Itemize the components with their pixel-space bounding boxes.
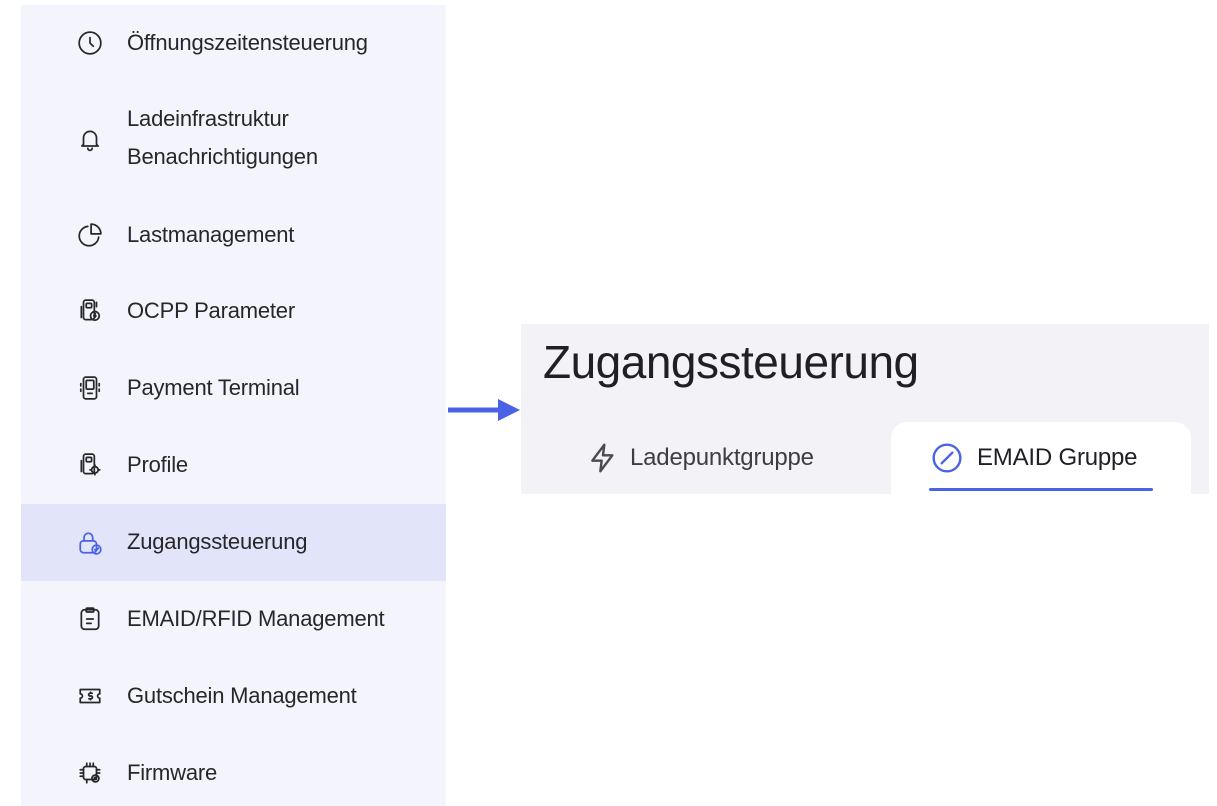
active-tab-indicator	[929, 488, 1153, 491]
bell-icon	[75, 124, 105, 154]
clipboard-icon	[75, 604, 105, 634]
page-title: Zugangssteuerung	[543, 336, 919, 388]
lightning-icon	[587, 442, 619, 474]
tab-emaid-gruppe[interactable]: EMAID Gruppe	[891, 422, 1191, 494]
no-entry-circle-icon	[931, 442, 963, 474]
tab-ladepunktgruppe[interactable]: Ladepunktgruppe	[567, 422, 867, 494]
sidebar-item-label: Firmware	[127, 760, 218, 785]
detail-panel: Zugangssteuerung Ladepunktgruppe EMAID G…	[521, 324, 1209, 494]
sidebar-item-label-line1: Ladeinfrastruktur	[127, 106, 289, 131]
charger-profile-icon	[75, 450, 105, 480]
sidebar-item-label: Gutschein Management	[127, 683, 357, 708]
tab-label: Ladepunktgruppe	[630, 444, 814, 471]
sidebar-item-lastmanagement[interactable]: Lastmanagement	[21, 216, 446, 254]
pie-chart-icon	[75, 220, 105, 250]
sidebar-item-emaid-rfid-management[interactable]: EMAID/RFID Management	[21, 600, 446, 638]
sidebar-item-ocpp-parameter[interactable]: OCPP Parameter	[21, 292, 446, 330]
sidebar-item-gutschein-management[interactable]: Gutschein Management	[21, 677, 446, 715]
sidebar-item-profile[interactable]: Profile	[21, 446, 446, 484]
sidebar-item-label: OCPP Parameter	[127, 298, 295, 323]
sidebar-item-zugangssteuerung[interactable]: Zugangssteuerung	[21, 504, 446, 581]
sidebar-item-label: Profile	[127, 452, 188, 477]
sidebar-item-label: EMAID/RFID Management	[127, 606, 385, 631]
chip-gear-icon	[75, 758, 105, 788]
sidebar-item-label-line2: Benachrichtigungen	[127, 144, 318, 169]
sidebar-item-ladeinfrastruktur-benachrichtigungen[interactable]: Ladeinfrastruktur Benachrichtigungen	[21, 100, 446, 178]
sidebar-item-label: Zugangssteuerung	[127, 529, 308, 554]
voucher-icon	[75, 681, 105, 711]
sidebar-item-label: Öffnungszeitensteuerung	[127, 30, 368, 55]
sidebar-item-firmware[interactable]: Firmware	[21, 754, 446, 792]
lock-check-icon	[75, 528, 105, 558]
arrow-right-icon	[448, 399, 520, 421]
sidebar: Öffnungszeitensteuerung Ladeinfrastruktu…	[21, 5, 446, 806]
sidebar-item-oeffnungszeitensteuerung[interactable]: Öffnungszeitensteuerung	[21, 24, 446, 62]
sidebar-item-label: Payment Terminal	[127, 375, 300, 400]
sidebar-item-payment-terminal[interactable]: Payment Terminal	[21, 369, 446, 407]
sidebar-item-label: Lastmanagement	[127, 222, 295, 247]
clock-icon	[75, 28, 105, 58]
payment-terminal-icon	[75, 373, 105, 403]
charger-settings-icon	[75, 296, 105, 326]
tab-label: EMAID Gruppe	[977, 444, 1138, 471]
